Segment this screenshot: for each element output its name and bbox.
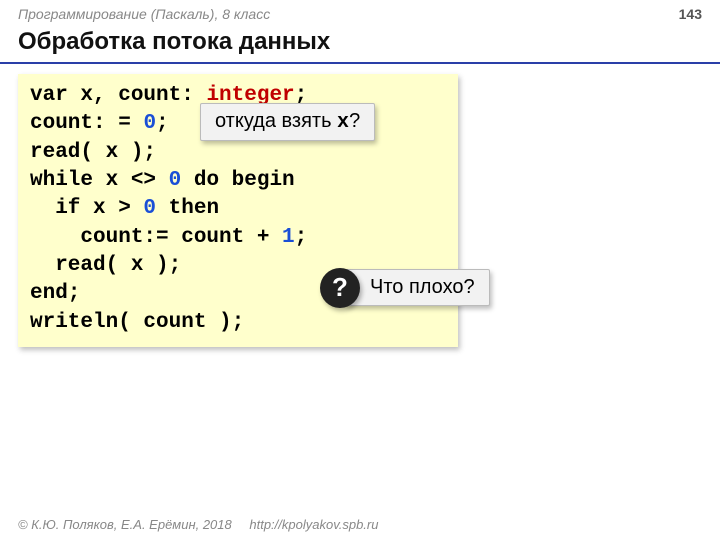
code-line: count:= count + 1; (30, 224, 446, 252)
annotation-text: Что плохо? (370, 276, 475, 299)
course-label: Программирование (Паскаль), 8 класс (18, 6, 270, 22)
annotation-whats-wrong: ? Что плохо? (345, 269, 490, 306)
code-line: if x > 0 then (30, 195, 446, 223)
page-number: 143 (679, 6, 702, 22)
copyright-text: © К.Ю. Поляков, Е.А. Ерёмин, 2018 (18, 517, 232, 532)
code-line: while x <> 0 do begin (30, 167, 446, 195)
question-mark-icon: ? (320, 268, 360, 308)
page-title: Обработка потока данных (0, 24, 720, 64)
code-line: read( x ); (30, 139, 446, 167)
annotation-source-x: откуда взять x? (200, 103, 375, 141)
footer: © К.Ю. Поляков, Е.А. Ерёмин, 2018 http:/… (18, 517, 378, 532)
content-area: var x, count: integer; count: = 0; read(… (0, 64, 720, 357)
footer-url: http://kpolyakov.spb.ru (249, 517, 378, 532)
header-bar: Программирование (Паскаль), 8 класс 143 (0, 0, 720, 24)
annotation-text: откуда взять x? (215, 110, 360, 134)
code-line: writeln( count ); (30, 309, 446, 337)
